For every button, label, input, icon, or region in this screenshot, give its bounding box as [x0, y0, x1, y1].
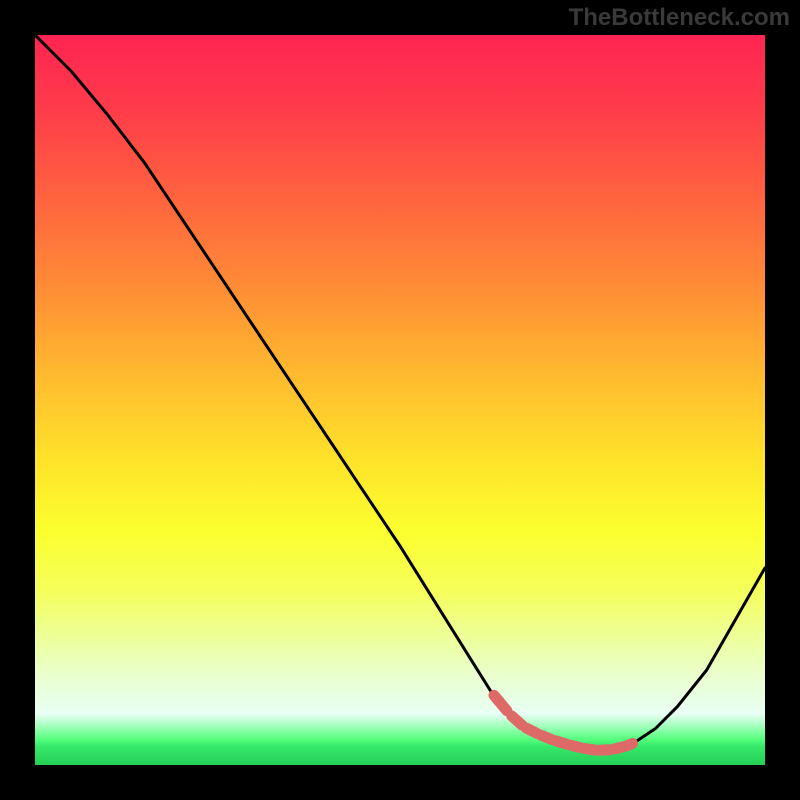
chart-frame: TheBottleneck.com — [0, 0, 800, 800]
plot-area — [35, 35, 765, 765]
valley-marker-segment — [570, 745, 580, 748]
valley-marker-segment — [599, 750, 609, 751]
watermark-text: TheBottleneck.com — [569, 4, 790, 32]
valley-marker-segment — [585, 749, 595, 751]
valley-marker-segment — [627, 744, 632, 746]
bottleneck-curve — [35, 35, 765, 750]
valley-markers — [494, 695, 633, 750]
valley-marker-segment — [541, 735, 551, 739]
valley-marker-segment — [494, 695, 507, 710]
valley-marker-segment — [512, 716, 522, 725]
valley-marker-segment — [556, 741, 566, 744]
curve-svg — [35, 35, 765, 765]
valley-marker-segment — [526, 728, 536, 733]
